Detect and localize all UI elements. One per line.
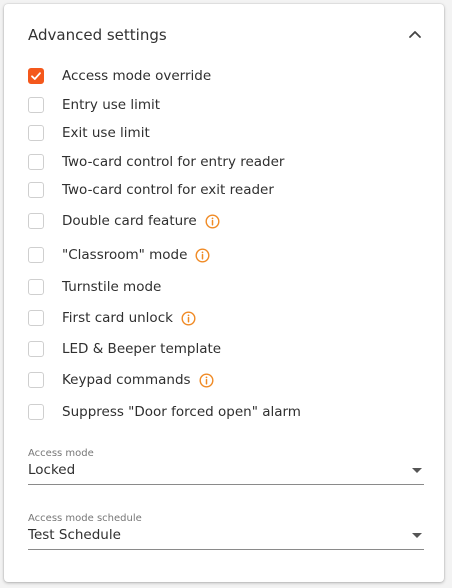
option-two-card-entry[interactable]: Two-card control for entry reader — [28, 151, 285, 173]
option-label: Access mode override — [62, 68, 212, 84]
dropdown-arrow-icon[interactable] — [412, 468, 422, 473]
dropdown-arrow-icon[interactable] — [412, 533, 422, 538]
option-label: Double card feature — [62, 213, 197, 229]
chevron-up-icon[interactable] — [404, 24, 426, 46]
checkbox[interactable] — [28, 404, 44, 420]
checkbox[interactable] — [28, 372, 44, 388]
option-exit-use-limit[interactable]: Exit use limit — [28, 122, 150, 144]
checkbox[interactable] — [28, 310, 44, 326]
info-icon[interactable] — [195, 247, 210, 263]
info-icon[interactable] — [181, 310, 196, 326]
option-led-beeper-template[interactable]: LED & Beeper template — [28, 338, 221, 360]
checkbox[interactable] — [28, 97, 44, 113]
option-suppress-door-forced-open[interactable]: Suppress "Door forced open" alarm — [28, 401, 301, 423]
option-two-card-exit[interactable]: Two-card control for exit reader — [28, 179, 274, 201]
checkbox[interactable] — [28, 213, 44, 229]
option-keypad-commands[interactable]: Keypad commands — [28, 369, 214, 391]
option-label: Entry use limit — [62, 97, 161, 113]
option-access-mode-override[interactable]: Access mode override — [28, 65, 211, 87]
checkbox[interactable] — [28, 125, 44, 141]
access-mode-value: Locked — [28, 462, 76, 478]
option-label: Turnstile mode — [62, 279, 162, 295]
option-entry-use-limit[interactable]: Entry use limit — [28, 94, 160, 116]
option-label: Exit use limit — [62, 125, 150, 141]
advanced-settings-panel: Advanced settings Access mode override E… — [4, 4, 444, 582]
access-mode-select[interactable]: Access mode Locked — [28, 448, 424, 485]
option-turnstile-mode[interactable]: Turnstile mode — [28, 276, 161, 298]
info-icon[interactable] — [205, 213, 220, 229]
checkbox[interactable] — [28, 341, 44, 357]
option-first-card-unlock[interactable]: First card unlock — [28, 307, 196, 329]
checkbox[interactable] — [28, 68, 44, 84]
advanced-settings-header[interactable]: Advanced settings — [28, 26, 426, 50]
checkbox[interactable] — [28, 154, 44, 170]
option-label: First card unlock — [62, 310, 173, 326]
option-label: "Classroom" mode — [62, 247, 188, 263]
section-title: Advanced settings — [28, 26, 167, 44]
option-classroom-mode[interactable]: "Classroom" mode — [28, 244, 210, 266]
info-icon[interactable] — [199, 372, 214, 388]
checkbox[interactable] — [28, 182, 44, 198]
access-mode-label: Access mode — [28, 448, 94, 459]
access-mode-schedule-label: Access mode schedule — [28, 513, 142, 524]
option-label: Keypad commands — [62, 372, 191, 388]
option-label: Two-card control for entry reader — [62, 154, 285, 170]
checkbox[interactable] — [28, 247, 44, 263]
access-mode-schedule-value: Test Schedule — [28, 527, 121, 543]
option-label: Suppress "Door forced open" alarm — [62, 404, 301, 420]
access-mode-schedule-select[interactable]: Access mode schedule Test Schedule — [28, 513, 424, 550]
checkmark-icon — [31, 72, 41, 80]
checkbox[interactable] — [28, 279, 44, 295]
option-label: LED & Beeper template — [62, 341, 222, 357]
option-double-card-feature[interactable]: Double card feature — [28, 210, 220, 232]
option-label: Two-card control for exit reader — [62, 182, 274, 198]
